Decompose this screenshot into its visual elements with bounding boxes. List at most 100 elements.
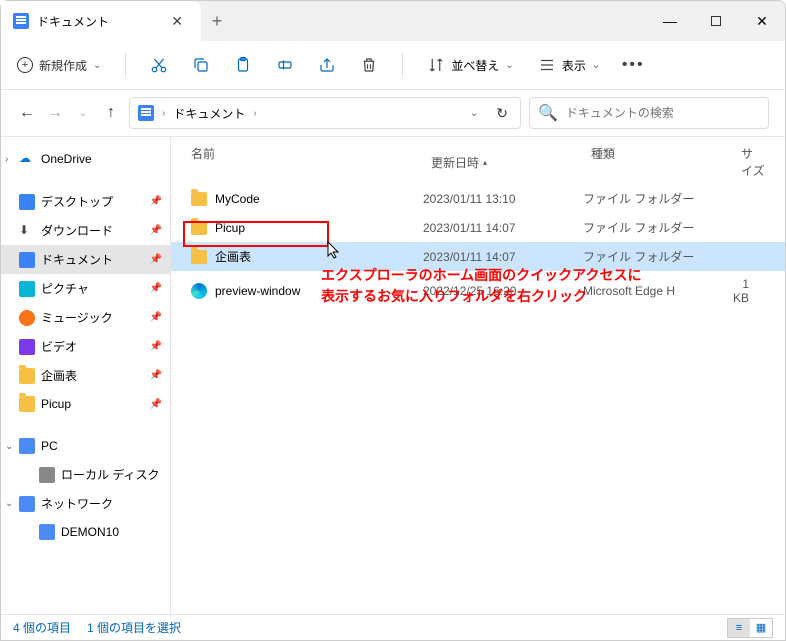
column-size[interactable]: サイズ xyxy=(741,145,765,179)
pin-icon: 📌 xyxy=(150,370,162,381)
computer-icon xyxy=(39,524,55,540)
status-item-count: 4 個の項目 xyxy=(13,619,71,636)
delete-icon[interactable] xyxy=(360,56,378,74)
folder-icon xyxy=(191,192,207,206)
sidebar-item-desktop[interactable]: デスクトップ📌 xyxy=(1,187,170,216)
table-row[interactable]: MyCode 2023/01/11 13:10 ファイル フォルダー xyxy=(171,184,785,213)
search-box[interactable]: 🔍 xyxy=(529,97,769,129)
navigation-bar: ← → ⌄ ↑ › ドキュメント › ⌄ ↻ 🔍 xyxy=(1,89,785,137)
forward-button[interactable]: → xyxy=(45,104,65,122)
folder-icon xyxy=(19,368,35,384)
sidebar-item-pc[interactable]: ⌄PC xyxy=(1,432,170,460)
pin-icon: 📌 xyxy=(150,196,162,207)
search-icon: 🔍 xyxy=(538,103,558,123)
chevron-right-icon[interactable]: › xyxy=(5,154,8,165)
copy-icon[interactable] xyxy=(192,56,210,74)
tab-close-button[interactable]: ✕ xyxy=(165,11,189,32)
drive-icon xyxy=(39,467,55,483)
icons-view-button[interactable]: ▦ xyxy=(750,619,772,637)
details-view-button[interactable]: ≡ xyxy=(728,619,750,637)
chevron-down-icon[interactable]: ⌄ xyxy=(5,498,13,509)
sidebar-item-network[interactable]: ⌄ネットワーク xyxy=(1,489,170,518)
sidebar-item-documents[interactable]: ドキュメント📌 xyxy=(1,245,170,274)
search-input[interactable] xyxy=(566,106,760,120)
folder-icon xyxy=(19,396,35,412)
pin-icon: 📌 xyxy=(150,341,162,352)
annotation-text: エクスプローラのホーム画面のクイックアクセスに 表示するお気に入りフォルダを右ク… xyxy=(321,265,641,307)
document-icon xyxy=(138,105,154,121)
sidebar-item-videos[interactable]: ビデオ📌 xyxy=(1,332,170,361)
toolbar: + 新規作成 ⌄ 並べ替え ⌄ 表示 ⌄ ••• xyxy=(1,41,785,89)
video-icon xyxy=(19,339,35,355)
titlebar: ドキュメント ✕ + — ✕ xyxy=(1,1,785,41)
paste-icon[interactable] xyxy=(234,56,252,74)
sidebar-item-kikaku[interactable]: 企画表📌 xyxy=(1,361,170,390)
plus-icon: + xyxy=(17,57,33,73)
column-name[interactable]: 名前 xyxy=(191,145,431,179)
up-button[interactable]: ↑ xyxy=(101,104,121,122)
address-bar[interactable]: › ドキュメント › ⌄ ↻ xyxy=(129,97,521,129)
document-icon xyxy=(13,13,29,29)
music-icon xyxy=(19,310,35,326)
sort-button[interactable]: 並べ替え ⌄ xyxy=(427,56,513,74)
network-icon xyxy=(19,496,35,512)
pin-icon: 📌 xyxy=(150,399,162,410)
cut-icon[interactable] xyxy=(150,56,168,74)
document-icon xyxy=(19,252,35,268)
status-selection-count: 1 個の項目を選択 xyxy=(87,619,181,636)
column-headers: 名前 更新日時▴ 種類 サイズ xyxy=(171,137,785,184)
folder-icon xyxy=(191,250,207,264)
sidebar: › ☁ OneDrive デスクトップ📌 ⬇ダウンロード📌 ドキュメント📌 ピク… xyxy=(1,137,171,616)
sidebar-item-picup[interactable]: Picup📌 xyxy=(1,390,170,418)
tab-title: ドキュメント xyxy=(37,13,157,30)
chevron-down-icon: ⌄ xyxy=(592,60,600,71)
sort-asc-icon: ▴ xyxy=(483,158,487,167)
back-button[interactable]: ← xyxy=(17,104,37,122)
pin-icon: 📌 xyxy=(150,312,162,323)
minimize-button[interactable]: — xyxy=(647,1,693,41)
refresh-button[interactable]: ↻ xyxy=(492,105,512,122)
sort-icon xyxy=(427,56,445,74)
tab-documents[interactable]: ドキュメント ✕ xyxy=(1,1,201,41)
share-icon[interactable] xyxy=(318,56,336,74)
sidebar-item-pictures[interactable]: ピクチャ📌 xyxy=(1,274,170,303)
sidebar-item-music[interactable]: ミュージック📌 xyxy=(1,303,170,332)
view-icon xyxy=(538,56,556,74)
new-button[interactable]: + 新規作成 ⌄ xyxy=(17,57,101,74)
more-button[interactable]: ••• xyxy=(624,56,642,74)
pin-icon: 📌 xyxy=(150,254,162,265)
chevron-down-icon: ⌄ xyxy=(93,60,101,71)
pictures-icon xyxy=(19,281,35,297)
recent-chevron-icon[interactable]: ⌄ xyxy=(73,108,93,119)
pin-icon: 📌 xyxy=(150,225,162,236)
edge-icon xyxy=(191,283,207,299)
status-bar: 4 個の項目 1 個の項目を選択 ≡ ▦ xyxy=(1,614,785,640)
desktop-icon xyxy=(19,194,35,210)
folder-icon xyxy=(191,221,207,235)
address-dropdown-button[interactable]: ⌄ xyxy=(464,108,484,119)
chevron-right-icon: › xyxy=(253,108,256,119)
sidebar-item-downloads[interactable]: ⬇ダウンロード📌 xyxy=(1,216,170,245)
pin-icon: 📌 xyxy=(150,283,162,294)
download-icon: ⬇ xyxy=(19,223,35,239)
view-mode-toggle: ≡ ▦ xyxy=(727,618,773,638)
maximize-button[interactable] xyxy=(693,1,739,41)
view-button[interactable]: 表示 ⌄ xyxy=(538,56,600,74)
chevron-down-icon[interactable]: ⌄ xyxy=(5,441,13,452)
window-controls: — ✕ xyxy=(647,1,785,41)
close-button[interactable]: ✕ xyxy=(739,1,785,41)
sidebar-item-demon[interactable]: DEMON10 xyxy=(1,518,170,546)
new-tab-button[interactable]: + xyxy=(201,1,233,41)
file-list: 名前 更新日時▴ 種類 サイズ MyCode 2023/01/11 13:10 … xyxy=(171,137,785,616)
cloud-icon: ☁ xyxy=(19,151,35,167)
sidebar-item-onedrive[interactable]: › ☁ OneDrive xyxy=(1,145,170,173)
pc-icon xyxy=(19,438,35,454)
chevron-right-icon: › xyxy=(162,108,165,119)
chevron-down-icon: ⌄ xyxy=(505,60,513,71)
rename-icon[interactable] xyxy=(276,56,294,74)
table-row[interactable]: Picup 2023/01/11 14:07 ファイル フォルダー xyxy=(171,213,785,242)
sidebar-item-localdisk[interactable]: ローカル ディスク xyxy=(1,460,170,489)
breadcrumb-current[interactable]: ドキュメント xyxy=(173,105,245,122)
column-type[interactable]: 種類 xyxy=(591,145,741,179)
column-date[interactable]: 更新日時▴ xyxy=(431,145,591,179)
